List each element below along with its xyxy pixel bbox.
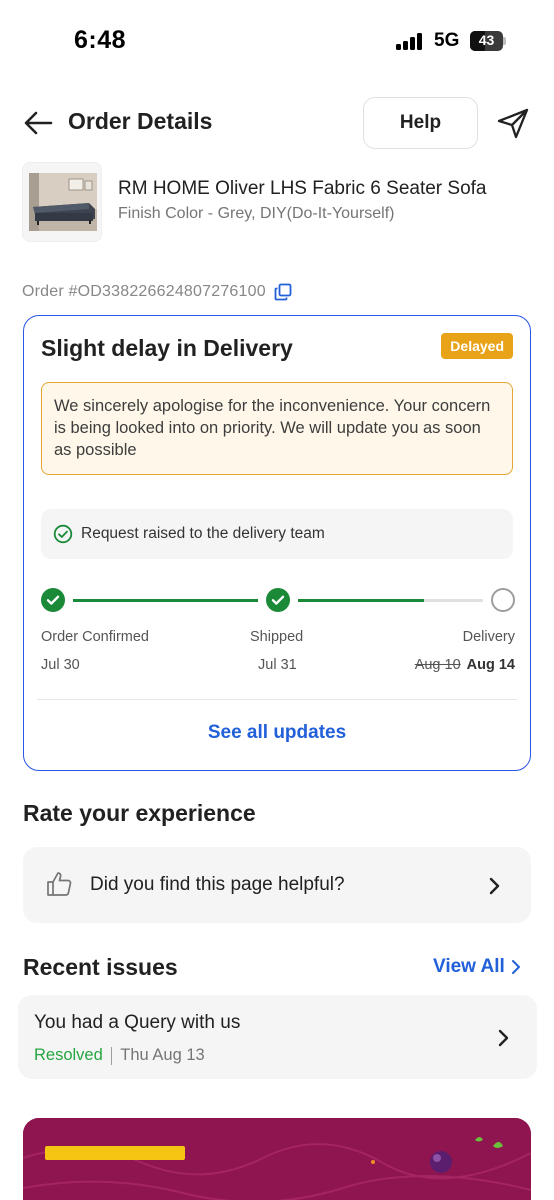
delivery-tracker: Order Confirmed Shipped Delivery Jul 30 …: [41, 584, 515, 694]
delivery-heading: Slight delay in Delivery: [41, 335, 293, 361]
product-thumbnail[interactable]: [22, 162, 102, 242]
signal-icon: [396, 32, 428, 50]
back-arrow-icon[interactable]: [22, 108, 54, 138]
header: Order Details Help: [0, 96, 554, 150]
track-segment-2-progress: [298, 599, 424, 602]
share-icon[interactable]: [496, 107, 530, 139]
product-name: RM HOME Oliver LHS Fabric 6 Seater Sofa: [118, 178, 487, 199]
product-variant: Finish Color - Grey, DIY(Do-It-Yourself): [118, 205, 395, 222]
chevron-right-icon: [511, 960, 520, 974]
order-id-row: Order #OD338226624807276100: [22, 282, 292, 302]
rate-section-title: Rate your experience: [23, 800, 256, 826]
check-icon: [46, 595, 60, 605]
thumbs-up-icon: [47, 872, 72, 896]
promo-banner-art: [23, 1118, 531, 1200]
product-summary[interactable]: RM HOME Oliver LHS Fabric 6 Seater Sofa …: [22, 162, 532, 242]
chevron-right-icon: [489, 877, 500, 895]
status-time: 6:48: [74, 26, 127, 54]
revised-delivery-date: Aug 14: [466, 657, 515, 673]
check-icon: [271, 595, 285, 605]
issue-status: Resolved: [34, 1046, 103, 1064]
track-segment-1: [73, 599, 258, 602]
issue-meta: Resolved Thu Aug 13: [34, 1046, 205, 1065]
recent-issues-title: Recent issues: [23, 954, 178, 980]
status-bar: 6:48 5G 43: [0, 0, 554, 80]
helpful-question: Did you find this page helpful?: [90, 874, 345, 895]
help-button[interactable]: Help: [363, 97, 478, 149]
see-all-updates-link[interactable]: See all updates: [24, 722, 530, 744]
chevron-right-icon: [498, 1029, 509, 1047]
page-title: Order Details: [68, 108, 213, 134]
copy-icon[interactable]: [274, 283, 292, 301]
check-circle-icon: [53, 524, 73, 544]
step-label: Order Confirmed: [41, 629, 149, 645]
step-label: Delivery: [462, 629, 515, 645]
helpful-feedback-row[interactable]: Did you find this page helpful?: [23, 847, 531, 923]
original-delivery-date: Aug 10: [414, 657, 461, 673]
order-id: Order #OD338226624807276100: [22, 283, 266, 300]
promo-banner[interactable]: [23, 1118, 531, 1200]
issue-item[interactable]: You had a Query with us Resolved Thu Aug…: [18, 995, 537, 1079]
request-status-row: Request raised to the delivery team: [41, 509, 513, 559]
battery-icon: 43: [470, 31, 506, 51]
apology-message: We sincerely apologise for the inconveni…: [41, 382, 513, 475]
step-order-confirmed-dot: [41, 588, 65, 612]
issue-title: You had a Query with us: [34, 1012, 241, 1033]
view-all-link[interactable]: View All: [433, 956, 521, 978]
network-type: 5G: [434, 30, 460, 51]
divider: [37, 699, 517, 700]
step-date: Jul 30: [41, 657, 80, 673]
separator: [110, 1046, 113, 1065]
step-shipped-dot: [266, 588, 290, 612]
sofa-image: [29, 173, 97, 231]
step-delivery-dot: [491, 588, 515, 612]
battery-level: 43: [478, 32, 495, 48]
delivery-status-card: Slight delay in Delivery Delayed We sinc…: [23, 315, 531, 771]
step-date: Jul 31: [258, 657, 297, 673]
status-badge: Delayed: [441, 333, 513, 359]
request-status-text: Request raised to the delivery team: [81, 525, 325, 542]
step-label: Shipped: [250, 629, 304, 645]
delivery-dates: Aug 10 Aug 14: [415, 657, 515, 673]
view-all-label: View All: [433, 956, 505, 977]
issue-date: Thu Aug 13: [120, 1046, 205, 1064]
